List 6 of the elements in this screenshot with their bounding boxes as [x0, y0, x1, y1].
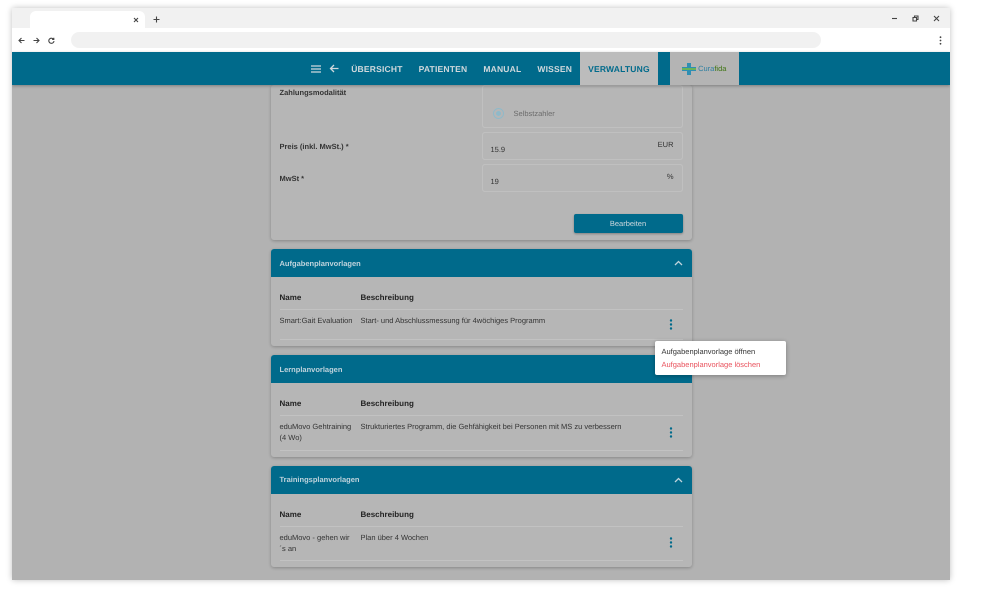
column-header: Name [280, 510, 302, 518]
column-header: Beschreibung [360, 293, 415, 302]
column-header: Beschreibung [360, 510, 415, 518]
column-header: Name [280, 399, 302, 408]
column-header: Beschreibung [360, 399, 415, 408]
column-header: Name [280, 293, 302, 302]
